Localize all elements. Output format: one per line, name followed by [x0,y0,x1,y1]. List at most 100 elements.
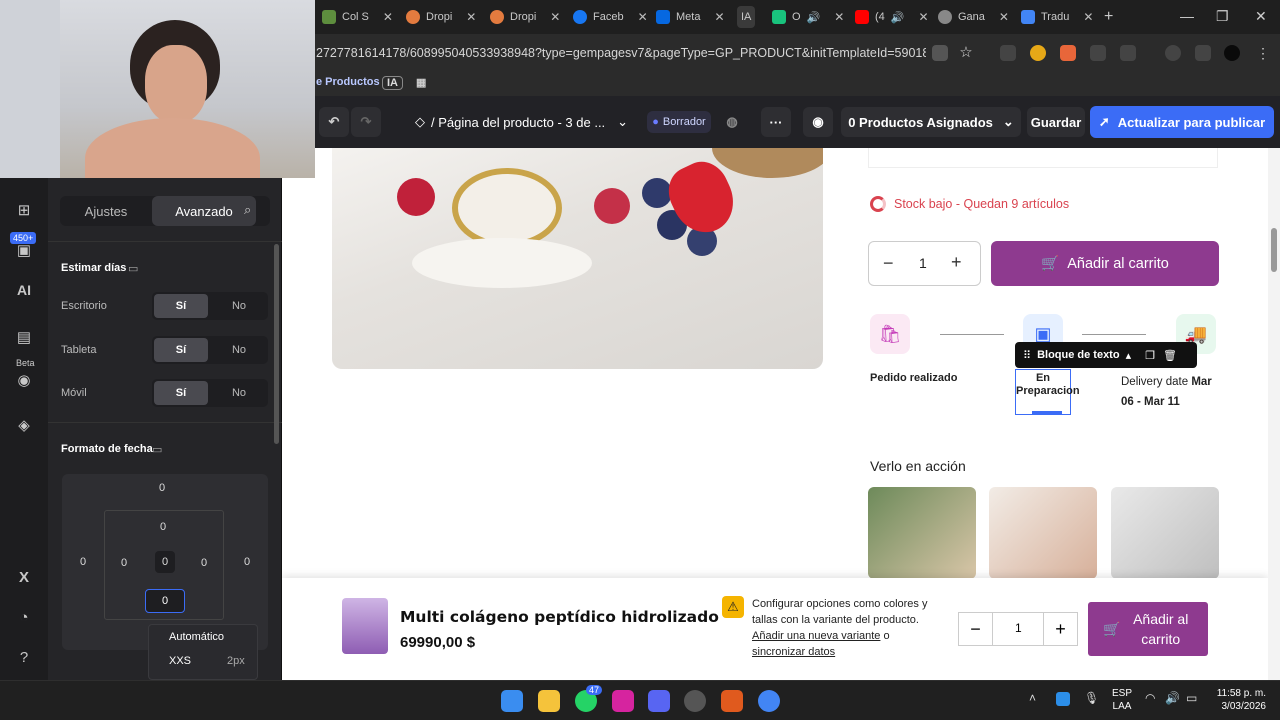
video-thumbnail[interactable] [868,487,976,579]
speed-icon[interactable]: ◔ [14,608,34,628]
bookmark-productos[interactable]: e Productos [316,76,380,88]
volume-icon[interactable]: 🔊 [1165,691,1180,705]
url-field[interactable]: 2727781614178/608995040533938948?type=ge… [316,42,926,64]
margin-right-value[interactable]: 0 [244,556,250,568]
fl-studio-icon[interactable] [721,690,743,712]
video-thumbnail[interactable] [1111,487,1219,579]
close-icon[interactable]: ✕ [383,10,393,24]
selection-handle[interactable] [1032,411,1062,415]
canvas-scrollbar[interactable] [1268,148,1280,680]
help-icon[interactable]: ? [14,648,34,668]
quantity-value[interactable]: 1 [919,255,927,271]
extension-icon[interactable] [1060,45,1076,61]
eyedropper-icon[interactable] [1090,45,1106,61]
more-button[interactable]: ··· [761,107,791,137]
option-auto[interactable]: Automático [169,631,224,643]
chevron-up-icon[interactable]: ▴ [1126,349,1132,362]
scroll-thumb[interactable] [1271,228,1277,272]
browser-tab[interactable]: Dropi ✕ [406,6,476,28]
margin-top-value[interactable]: 0 [159,482,165,494]
save-button[interactable]: Guardar [1027,107,1085,137]
undo-icon[interactable]: ↶ [319,107,349,137]
text-block-toolbar[interactable]: ⠿ Bloque de texto ▴ ❐ 🗑 [1015,342,1197,368]
add-to-cart-button[interactable]: 🛒 Añadir al carrito [991,241,1219,286]
globe-icon[interactable]: ◍ [722,107,742,137]
microphone-icon[interactable]: 🎙 [1084,691,1099,705]
discord-icon[interactable] [648,690,670,712]
yes-option[interactable]: Sí [154,338,208,362]
browser-tab[interactable]: Tradu ✕ [1021,6,1093,28]
browser-tab[interactable]: O 🔊 ✕ [772,6,844,28]
media-icon[interactable] [1195,45,1211,61]
center-value[interactable]: 0 [155,551,175,573]
translate-page-icon[interactable] [932,45,948,61]
wifi-icon[interactable]: ◠ [1145,691,1155,705]
no-option[interactable]: No [212,294,266,318]
add-variant-link[interactable]: Añadir una nueva variante [752,630,880,642]
duplicate-icon[interactable]: ❐ [1145,349,1155,362]
x-icon[interactable]: X [14,568,34,588]
margin-left-value[interactable]: 0 [80,556,86,568]
minus-button[interactable]: − [883,253,894,274]
sync-icon[interactable] [1165,45,1181,61]
step-preparing[interactable]: En Preparacion [1015,369,1080,415]
minimize-icon[interactable]: — [1180,8,1194,24]
minus-button[interactable]: − [959,613,993,645]
padding-right-value[interactable]: 0 [201,557,207,569]
app-icon[interactable] [684,690,706,712]
padding-bottom-input[interactable]: 0 [145,589,185,613]
store-icon[interactable] [538,690,560,712]
browser-tab[interactable]: (4 🔊 ✕ [855,6,929,28]
delete-icon[interactable]: 🗑 [1163,349,1177,362]
layers-icon[interactable]: ◈ [14,416,34,436]
close-icon[interactable]: ✕ [638,10,648,24]
bookmark-ia[interactable]: IA [382,76,403,90]
clock[interactable]: 11:58 p. m. 3/03/2026 [1208,687,1266,713]
option-xxs[interactable]: XXS [169,655,191,667]
ai-icon[interactable]: AI [14,280,34,300]
menu-icon[interactable]: ⋮ [1256,45,1272,61]
new-tab-button[interactable]: + [1104,6,1113,28]
drag-handle-icon[interactable]: ⠿ [1023,349,1031,362]
no-option[interactable]: No [212,338,266,362]
plus-button[interactable]: + [951,252,962,273]
browser-tab[interactable]: Gana ✕ [938,6,1009,28]
publish-button[interactable]: ➚ Actualizar para publicar [1090,106,1274,138]
yes-option[interactable]: Sí [154,381,208,405]
maximize-icon[interactable]: ❐ [1216,8,1229,25]
assigned-products-dropdown[interactable]: 0 Productos Asignados ⌄ [841,107,1021,137]
product-image[interactable] [332,148,823,369]
battery-icon[interactable]: ▭ [1186,691,1197,705]
profile-avatar[interactable] [1224,45,1240,61]
close-icon[interactable]: ✕ [918,10,928,24]
browser-tab[interactable]: Dropi ✕ [490,6,560,28]
extension-icon[interactable] [1030,45,1046,61]
browser-tab[interactable]: Col S ✕ [322,6,393,28]
chrome-icon[interactable] [758,690,780,712]
yes-option[interactable]: Sí [154,294,208,318]
star-icon[interactable]: ☆ [958,45,974,61]
padding-top-value[interactable]: 0 [160,521,166,533]
search-icon[interactable]: ⌕ [244,202,251,218]
close-icon[interactable]: ✕ [466,10,476,24]
close-window-icon[interactable]: ✕ [1255,8,1267,25]
windows-start-icon[interactable] [501,690,523,712]
pages-icon[interactable]: ▤ [14,328,34,348]
close-icon[interactable]: ✕ [714,10,724,24]
quantity-value[interactable]: 1 [1015,621,1022,635]
browser-tab-active[interactable]: IA [737,6,756,28]
close-icon[interactable]: ✕ [834,10,844,24]
page-selector[interactable]: ◇ / Página del producto - 3 de ... ⌄ [415,107,635,137]
components-icon[interactable]: ⊞ [14,201,34,221]
panel-scrollbar[interactable] [274,244,279,444]
preview-eye-icon[interactable]: ◉ [803,107,833,137]
close-icon[interactable]: ✕ [1083,10,1093,24]
close-icon[interactable]: ✕ [999,10,1009,24]
instagram-icon[interactable] [612,690,634,712]
language-indicator[interactable]: ESP LAA [1112,687,1132,713]
extension-icon[interactable] [1000,45,1016,61]
beta-feature-icon[interactable]: ◉ [14,371,34,391]
tab-settings[interactable]: Ajustes [60,196,152,226]
browser-tab[interactable]: Faceb ✕ [573,6,648,28]
padding-left-value[interactable]: 0 [121,557,127,569]
